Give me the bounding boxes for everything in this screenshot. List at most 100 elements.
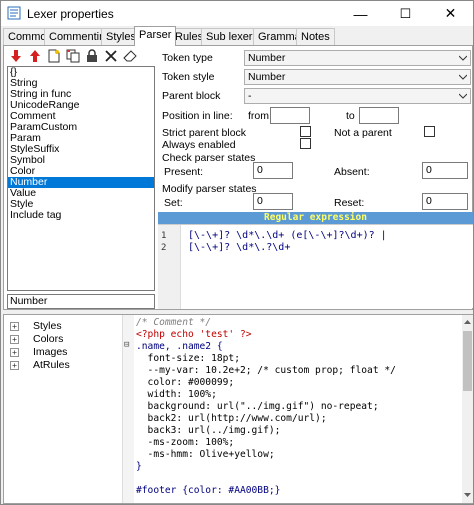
code-line: <?php echo 'test' ?> — [136, 329, 252, 340]
close-button[interactable]: ✕ — [428, 1, 473, 26]
tree-label: AtRules — [33, 359, 70, 371]
always-enabled-checkbox[interactable] — [300, 138, 311, 149]
code-line: -ms-hmm: Olive+yellow; — [136, 449, 275, 460]
new-icon[interactable] — [46, 48, 62, 64]
parent-block-value: - — [248, 90, 252, 102]
style-tree[interactable]: + Styles + Colors + Images + AtRules — [4, 315, 122, 503]
expand-icon[interactable]: + — [10, 334, 19, 344]
reset-field[interactable]: 0 — [422, 193, 468, 210]
to-field[interactable] — [359, 107, 399, 124]
chevron-down-icon — [459, 93, 467, 99]
code-line: .name, .name2 { — [136, 341, 223, 352]
set-label: Set: — [164, 197, 183, 209]
reset-label: Reset: — [334, 197, 365, 209]
modify-states-label: Modify parser states — [162, 183, 257, 195]
lexer-properties-window: Lexer properties — ☐ ✕ Common Commenting… — [0, 0, 474, 505]
check-states-label: Check parser states — [162, 152, 256, 164]
app-icon — [7, 6, 21, 20]
token-name-field[interactable]: Number — [7, 294, 155, 309]
fold-gutter: ⊟ — [123, 315, 134, 503]
tree-node-images[interactable]: + Images — [10, 346, 67, 358]
regex-editor[interactable]: 1 2 [\-\+]? \d*\.\d+ (e[\-\+]?\d+)? | [\… — [158, 224, 473, 309]
regex-line-1: [\-\+]? \d*\.\d+ (e[\-\+]?\d+)? | — [188, 230, 387, 241]
code-line: } — [136, 461, 142, 472]
token-type-label: Token type — [162, 52, 213, 64]
chevron-down-icon — [459, 55, 467, 61]
lock-icon[interactable] — [84, 48, 100, 64]
strict-parent-checkbox[interactable] — [300, 126, 311, 137]
clear-icon[interactable] — [122, 48, 138, 64]
delete-icon[interactable] — [103, 48, 119, 64]
not-parent-label: Not a parent — [334, 127, 392, 139]
code-line: /* Comment */ — [136, 317, 212, 328]
token-list[interactable]: {} String String in func UnicodeRange Co… — [7, 66, 155, 291]
absent-label: Absent: — [334, 166, 370, 178]
code-line: background: url("../img.gif") no-repeat; — [136, 401, 379, 412]
regex-gutter: 1 2 — [158, 225, 181, 309]
tab-strip: Common Commenting Styles Parser Rules Su… — [3, 26, 473, 46]
code-line: #footer {color: #AA00BB;} — [136, 485, 281, 496]
from-field[interactable] — [270, 107, 310, 124]
parser-page: {} String String in func UnicodeRange Co… — [3, 45, 473, 310]
tab-notes[interactable]: Notes — [296, 28, 335, 45]
always-enabled-label: Always enabled — [162, 139, 236, 151]
set-field[interactable]: 0 — [253, 193, 293, 210]
expand-icon[interactable]: + — [10, 347, 19, 357]
chevron-down-icon — [459, 74, 467, 80]
title-bar[interactable]: Lexer properties — ☐ ✕ — [1, 1, 473, 26]
token-toolbar — [8, 48, 148, 66]
parent-block-select[interactable]: - — [244, 88, 471, 104]
code-line: --my-var: 10.2e+2; /* custom prop; float… — [136, 365, 396, 376]
expand-icon[interactable]: + — [10, 321, 19, 331]
token-style-label: Token style — [162, 71, 215, 83]
close-icon: ✕ — [444, 5, 457, 21]
token-type-value: Number — [248, 52, 286, 64]
minimize-icon: — — [353, 5, 368, 22]
strict-parent-label: Strict parent block — [162, 127, 247, 139]
code-sample-editor[interactable]: ⊟ /* Comment */ <?php echo 'test' ?> .na… — [122, 315, 462, 503]
scroll-down-icon[interactable] — [463, 491, 472, 500]
regex-line-2: [\-\+]? \d*\.?\d+ — [188, 242, 291, 253]
expand-icon[interactable]: + — [10, 360, 19, 370]
code-line: back2: url(http://www.com/url); — [136, 413, 327, 424]
code-line: width: 100%; — [136, 389, 217, 400]
maximize-icon: ☐ — [399, 5, 412, 21]
absent-field[interactable]: 0 — [422, 162, 468, 179]
present-field[interactable]: 0 — [253, 162, 293, 179]
scroll-thumb[interactable] — [463, 331, 472, 391]
copy-icon[interactable] — [65, 48, 81, 64]
code-line: -ms-zoom: 100%; — [136, 437, 235, 448]
tree-node-atrules[interactable]: + AtRules — [10, 359, 70, 371]
token-type-select[interactable]: Number — [244, 50, 471, 66]
tree-node-colors[interactable]: + Colors — [10, 333, 63, 345]
token-style-select[interactable]: Number — [244, 69, 471, 85]
tree-node-styles[interactable]: + Styles — [10, 320, 62, 332]
code-line: color: #000099; — [136, 377, 235, 388]
sample-panel: + Styles + Colors + Images + AtRules ⊟ /* Co… — [3, 314, 473, 504]
parent-block-label: Parent block — [162, 90, 221, 102]
list-item[interactable]: Include tag — [8, 210, 154, 221]
regex-header: Regular expression — [158, 212, 473, 224]
tree-label: Styles — [33, 320, 62, 332]
from-label: from — [248, 110, 269, 122]
tree-label: Images — [33, 346, 68, 358]
move-up-icon[interactable] — [27, 48, 43, 64]
code-line: back3: url(../img.gif); — [136, 425, 281, 436]
line-number: 1 — [161, 231, 167, 241]
line-number: 2 — [161, 243, 167, 253]
scroll-up-icon[interactable] — [463, 317, 472, 326]
maximize-button[interactable]: ☐ — [383, 1, 428, 26]
window-title: Lexer properties — [27, 7, 114, 21]
not-parent-checkbox[interactable] — [424, 126, 435, 137]
minimize-button[interactable]: — — [338, 1, 383, 26]
vertical-scrollbar[interactable] — [462, 315, 473, 503]
code-line: font-size: 18pt; — [136, 353, 240, 364]
fold-icon[interactable]: ⊟ — [124, 340, 129, 350]
move-down-icon[interactable] — [8, 48, 24, 64]
tab-parser[interactable]: Parser — [134, 26, 177, 46]
token-style-value: Number — [248, 71, 286, 83]
to-label: to — [346, 110, 355, 122]
position-label: Position in line: — [162, 110, 233, 122]
tree-label: Colors — [33, 333, 64, 345]
present-label: Present: — [164, 166, 204, 178]
